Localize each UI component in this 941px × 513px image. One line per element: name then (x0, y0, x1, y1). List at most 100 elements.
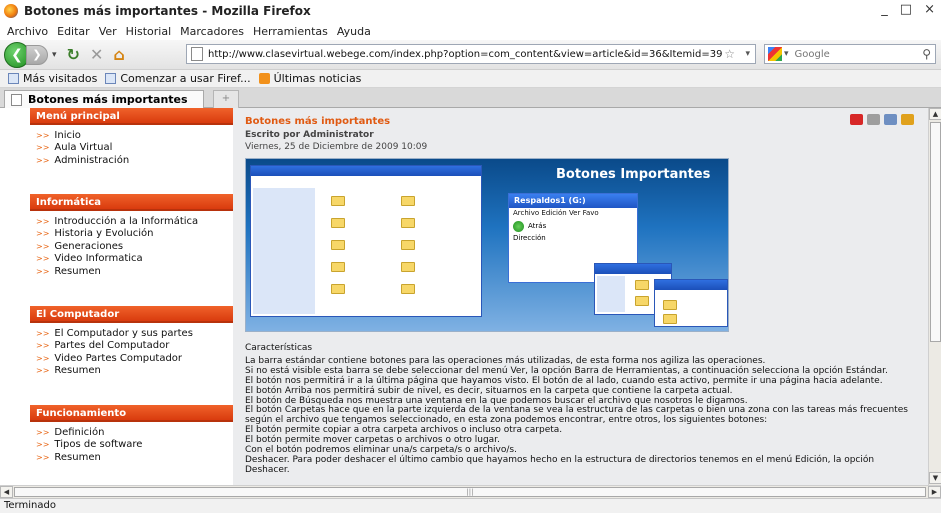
bullet-arrow-icon: >> (36, 341, 50, 351)
bookmark-label: Más visitados (23, 72, 98, 85)
sidebar-item-label: Introducción a la Informática (54, 215, 199, 227)
scroll-up-button[interactable]: ▲ (929, 108, 941, 120)
bullet-arrow-icon: >> (36, 241, 50, 251)
tab-label: Botones más importantes (28, 93, 188, 106)
sidebar-item-label: Definición (54, 426, 105, 438)
sidebar-item-generaciones[interactable]: >> Generaciones (36, 240, 233, 253)
explorer-window-screenshot (250, 165, 482, 317)
zoom-window-menu: Archivo Edición Ver Favo (513, 209, 599, 217)
history-dropdown-button[interactable]: ▾ (52, 50, 57, 60)
vertical-scrollbar[interactable]: ▲ ▼ (928, 108, 941, 485)
tab-botones[interactable]: Botones más importantes (4, 90, 204, 108)
sidebar-item-computador-partes[interactable]: >> El Computador y sus partes (36, 327, 233, 340)
small-window-screenshot (654, 279, 728, 327)
window-controls: _ □ × (881, 2, 935, 17)
menu-herramientas[interactable]: Herramientas (253, 25, 328, 38)
print-icon[interactable] (867, 114, 880, 125)
bookmark-mas-visitados[interactable]: Más visitados (8, 72, 97, 85)
folder-icon (663, 300, 677, 310)
menu-editar[interactable]: Editar (57, 25, 90, 38)
sidebar-item-video-partes[interactable]: >> Video Partes Computador (36, 352, 233, 365)
sidebar-item-resumen[interactable]: >> Resumen (36, 451, 233, 464)
sidebar-item-resumen[interactable]: >> Resumen (36, 365, 233, 378)
sidebar-item-partes-computador[interactable]: >> Partes del Computador (36, 340, 233, 353)
folder-icon (635, 280, 649, 290)
stop-icon[interactable]: ✕ (90, 45, 103, 64)
sidebar-item-label: Inicio (54, 129, 81, 141)
url-bar[interactable]: http://www.clasevirtual.webege.com/index… (186, 44, 756, 64)
minimize-button[interactable]: _ (881, 2, 888, 17)
article-date: Viernes, 25 de Diciembre de 2009 10:09 (245, 142, 428, 152)
firefox-logo-icon (4, 4, 18, 18)
sidebar-item-label: Aula Virtual (54, 142, 113, 154)
close-button[interactable]: × (924, 2, 935, 17)
article-paragraph: El botón Carpetas hace que en la parte i… (245, 405, 908, 426)
new-tab-button[interactable]: + (213, 90, 239, 108)
sidebar-item-inicio[interactable]: >> Inicio (36, 129, 233, 142)
menu-archivo[interactable]: Archivo (7, 25, 48, 38)
explorer-titlebar (251, 166, 481, 176)
sidebar-menu-list: >> El Computador y sus partes >> Partes de… (30, 323, 233, 377)
sidebar-section-title: Funcionamiento (30, 405, 233, 422)
sidebar-menu-list: >> Definición >> Tipos de software >> Resum… (30, 422, 233, 464)
maximize-button[interactable]: □ (900, 2, 912, 17)
article-body: Características La barra estándar contie… (245, 343, 910, 476)
bullet-arrow-icon: >> (36, 427, 50, 437)
scroll-right-button[interactable]: ▶ (928, 486, 941, 498)
folder-icon (331, 218, 345, 228)
menu-marcadores[interactable]: Marcadores (180, 25, 244, 38)
sidebar-item-historia[interactable]: >> Historia y Evolución (36, 228, 233, 241)
scroll-left-button[interactable]: ◀ (0, 486, 13, 498)
status-bar: Terminado (0, 498, 941, 513)
sidebar-menu-list: >> Introducción a la Informática >> Histor… (30, 211, 233, 278)
bookmark-page-icon (105, 73, 117, 84)
menu-historial[interactable]: Historial (126, 25, 171, 38)
zoom-window-address: Dirección (513, 234, 546, 242)
email-icon[interactable] (884, 114, 897, 125)
sidebar-item-label: Resumen (54, 365, 101, 377)
search-engine-dropdown[interactable]: ▾ (784, 49, 789, 59)
sidebar-section-menu-principal: Menú principal >> Inicio >> Aula Virtual >… (30, 108, 233, 167)
bookmark-label: Últimas noticias (273, 72, 362, 85)
search-box[interactable]: ▾ ⚲ (764, 44, 936, 64)
scroll-down-button[interactable]: ▼ (929, 472, 941, 484)
sidebar-menu-list: >> Inicio >> Aula Virtual >> Administración (30, 125, 233, 167)
sidebar-item-video-informatica[interactable]: >> Video Informatica (36, 253, 233, 266)
hero-image: Botones Importantes Respaldos1 (G:) Arch… (245, 158, 729, 332)
menu-ayuda[interactable]: Ayuda (337, 25, 371, 38)
forward-button[interactable]: ❯ (26, 44, 48, 65)
window-title: Botones más importantes - Mozilla Firefo… (24, 4, 311, 18)
pdf-icon[interactable] (850, 114, 863, 125)
sidebar-section-title: El Computador (30, 306, 233, 323)
navigation-toolbar: ❮ ❯ ▾ ↻ ✕ ⌂ http://www.clasevirtual.webe… (0, 40, 941, 70)
horizontal-scrollbar[interactable]: ◀ ||| ▶ (0, 485, 941, 498)
reload-icon[interactable]: ↻ (67, 45, 80, 64)
sidebar-item-label: Video Informatica (54, 253, 143, 265)
bookmark-ultimas-noticias[interactable]: Últimas noticias (258, 72, 362, 85)
tab-page-icon (11, 93, 22, 106)
bookmark-comenzar[interactable]: Comenzar a usar Firef... (105, 72, 251, 85)
search-icon[interactable]: ⚲ (922, 47, 931, 61)
url-text[interactable]: http://www.clasevirtual.webege.com/index… (208, 49, 723, 60)
sidebar-item-introduccion[interactable]: >> Introducción a la Informática (36, 215, 233, 228)
sidebar-item-administracion[interactable]: >> Administración (36, 154, 233, 167)
search-engine-icon[interactable] (768, 47, 782, 61)
bullet-arrow-icon: >> (36, 143, 50, 153)
edit-icon[interactable] (901, 114, 914, 125)
bookmark-star-icon[interactable]: ☆ (724, 47, 735, 61)
sidebar-section-title: Menú principal (30, 108, 233, 125)
article-title[interactable]: Botones más importantes (245, 116, 390, 127)
bullet-arrow-icon: >> (36, 366, 50, 376)
search-input[interactable] (794, 48, 915, 60)
sidebar-item-definicion[interactable]: >> Definición (36, 426, 233, 439)
home-icon[interactable]: ⌂ (113, 45, 124, 64)
sidebar-item-aula-virtual[interactable]: >> Aula Virtual (36, 142, 233, 155)
scroll-thumb[interactable] (930, 122, 941, 342)
sidebar-item-label: Administración (54, 154, 130, 166)
sidebar-item-resumen[interactable]: >> Resumen (36, 265, 233, 278)
sidebar-item-tipos-software[interactable]: >> Tipos de software (36, 439, 233, 452)
menu-ver[interactable]: Ver (99, 25, 117, 38)
tab-strip: Botones más importantes + (0, 88, 941, 108)
url-dropdown-button[interactable]: ▾ (745, 49, 750, 59)
horizontal-scroll-thumb[interactable]: ||| (14, 487, 926, 497)
